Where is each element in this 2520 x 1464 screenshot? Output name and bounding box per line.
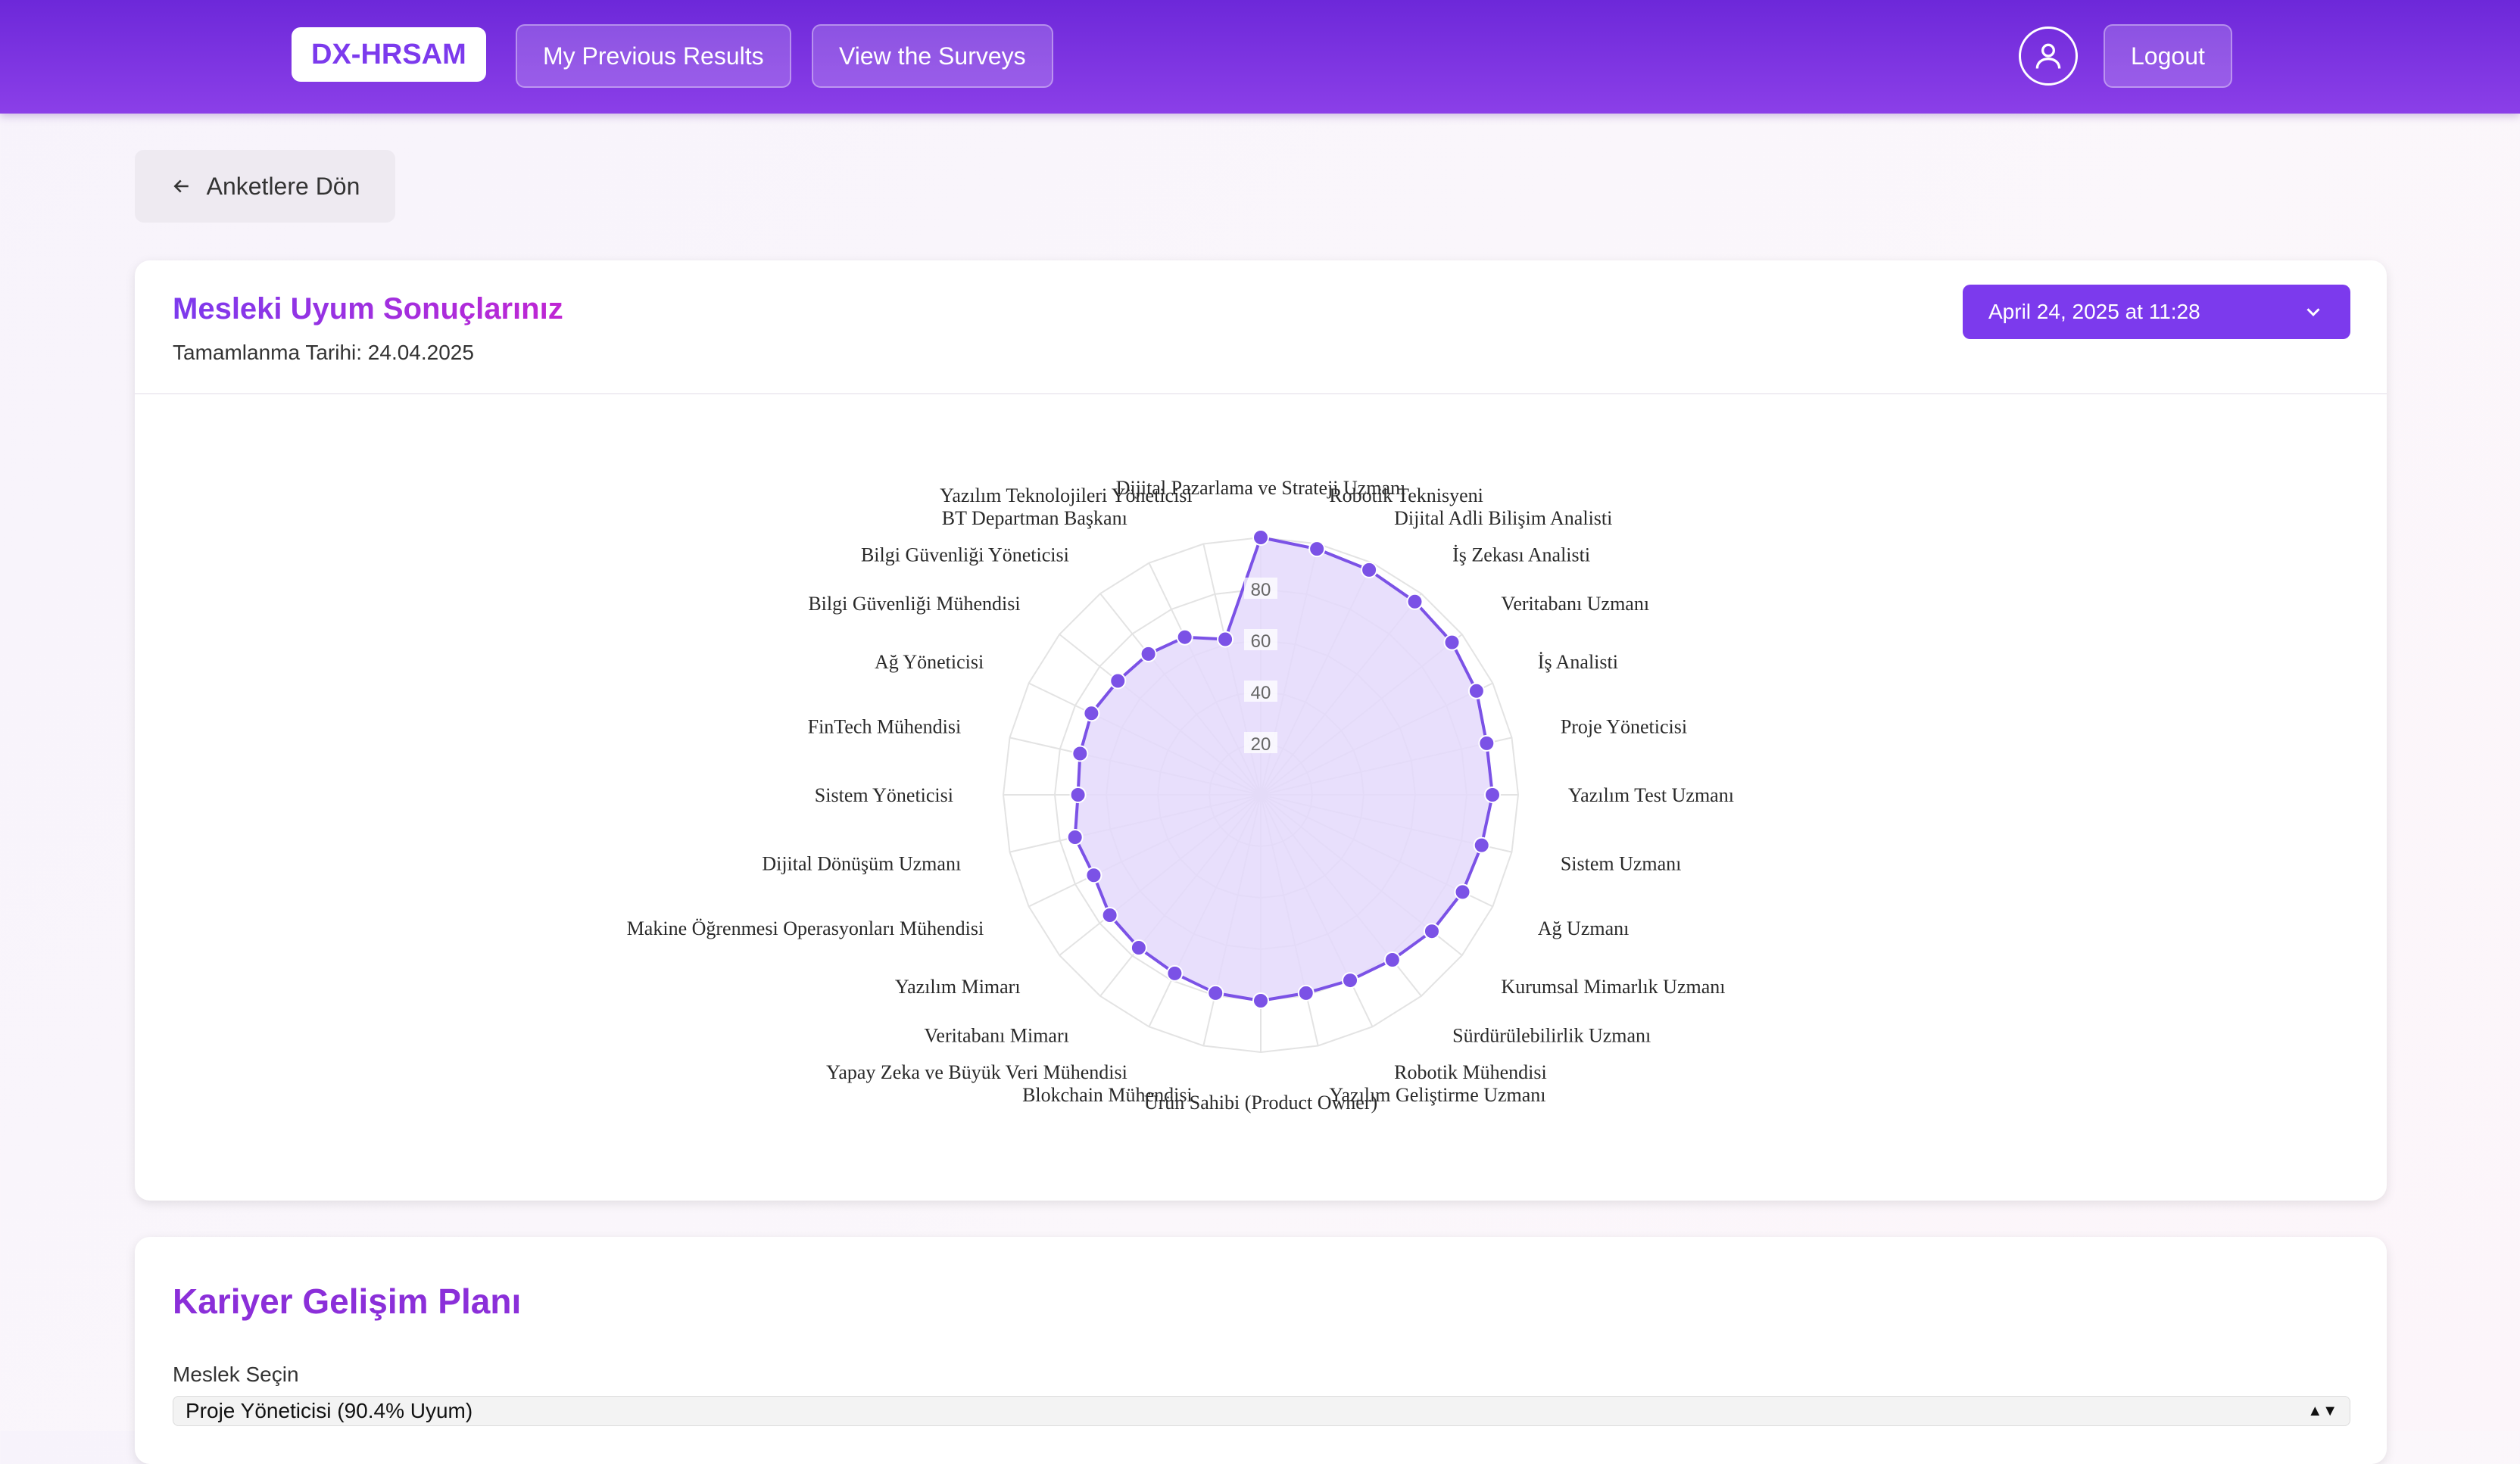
radar-data-point (1406, 593, 1424, 610)
radar-category-label: Sürdürülebilirlik Uzmanı (1452, 1024, 1651, 1046)
brand-logo[interactable]: DX-HRSAM (292, 27, 486, 82)
radar-category-label: Yazılım Mimarı (895, 976, 1021, 998)
radar-category-label: Veritabanı Mimarı (925, 1024, 1069, 1046)
radar-data-point (1361, 561, 1378, 578)
radar-data-point (1083, 705, 1100, 722)
radar-data-point (1207, 984, 1224, 1001)
radar-data-point (1308, 540, 1326, 558)
radar-tick-label: 20 (1251, 734, 1271, 755)
radar-category-label: Sistem Yöneticisi (815, 784, 953, 806)
radar-data-point (1478, 734, 1495, 752)
radar-data-point (1109, 672, 1127, 690)
arrow-left-icon (173, 179, 189, 193)
career-title: Kariyer Gelişim Planı (173, 1282, 522, 1321)
results-card: Mesleki Uyum Sonuçlarınız Tamamlanma Tar… (135, 260, 2387, 1201)
radar-category-label: Proje Yöneticisi (1561, 716, 1687, 738)
radar-category-label: Makine Öğrenmesi Operasyonları Mühendisi (627, 917, 984, 939)
radar-data-point (1130, 939, 1147, 957)
radar-category-label: Robotik Teknisyeni (1329, 484, 1483, 506)
radar-category-label: Robotik Mühendisi (1394, 1061, 1547, 1083)
radar-data-point (1252, 529, 1269, 546)
radar-data-point (1454, 883, 1471, 901)
radar-category-label: İş Zekası Analisti (1452, 544, 1590, 566)
radar-data-point (1297, 984, 1315, 1001)
user-profile-icon[interactable] (2019, 26, 2078, 86)
radar-data-point (1342, 972, 1359, 989)
radar-data-point (1467, 682, 1485, 699)
radar-tick-label: 60 (1251, 631, 1271, 652)
top-navigation-bar: DX-HRSAM My Previous Results View the Su… (0, 0, 2520, 114)
radar-category-label: Bilgi Güvenliği Mühendisi (808, 593, 1020, 615)
radar-data-point (1176, 628, 1193, 646)
radar-data-point (1383, 951, 1401, 968)
radar-category-label: Dijital Dönüşüm Uzmanı (762, 852, 961, 874)
radar-category-label: Dijital Adli Bilişim Analisti (1394, 507, 1612, 529)
radar-category-label: Yazılım Test Uzmanı (1568, 784, 1734, 806)
profession-select-label: Meslek Seçin (173, 1363, 299, 1386)
radar-category-label: İş Analisti (1538, 651, 1618, 673)
radar-category-label: Yazılım Teknolojileri Yöneticisi (940, 484, 1193, 506)
back-label: Anketlere Dön (206, 172, 360, 200)
previous-results-button[interactable]: My Previous Results (516, 24, 791, 88)
radar-data-point (1069, 787, 1087, 803)
radar-data-point (1484, 787, 1501, 803)
back-to-surveys-button[interactable]: Anketlere Dön (135, 150, 395, 223)
radar-chart: 20406080Dijital Pazarlama ve Strateji Uz… (627, 477, 1734, 1114)
radar-data-point (1473, 836, 1490, 854)
radar-data-point (1252, 992, 1269, 1009)
radar-data-point (1101, 906, 1118, 924)
radar-tick-label: 40 (1251, 683, 1271, 703)
radar-category-label: Ağ Uzmanı (1538, 917, 1630, 939)
radar-data-point (1217, 631, 1234, 648)
radar-category-label: Sistem Uzmanı (1561, 852, 1682, 874)
radar-tick-label: 80 (1251, 580, 1271, 600)
radar-data-point (1166, 964, 1184, 982)
radar-data-point (1066, 828, 1084, 846)
radar-category-label: Ağ Yöneticisi (875, 651, 984, 673)
radar-category-label: Veritabanı Uzmanı (1501, 593, 1649, 615)
radar-category-label: BT Departman Başkanı (942, 507, 1127, 529)
radar-category-label: Kurumsal Mimarlık Uzmanı (1501, 976, 1725, 998)
radar-category-label: Yapay Zeka ve Büyük Veri Mühendisi (826, 1061, 1127, 1083)
selected-profession: Proje Yöneticisi (90.4% Uyum) (186, 1399, 473, 1422)
radar-data-point (1140, 645, 1157, 662)
logout-button[interactable]: Logout (2104, 24, 2232, 88)
radar-category-label: FinTech Mühendisi (808, 716, 962, 738)
view-surveys-button[interactable]: View the Surveys (812, 24, 1053, 88)
radar-data-point (1423, 923, 1440, 940)
radar-data-point (1071, 745, 1089, 762)
radar-data-point (1443, 634, 1461, 651)
career-plan-card: Kariyer Gelişim Planı Meslek Seçin Proje… (135, 1237, 2387, 1464)
radar-category-label: Bilgi Güvenliği Yöneticisi (861, 544, 1069, 566)
radar-data-point (1085, 867, 1102, 884)
radar-category-label: Blokchain Mühendisi (1022, 1084, 1193, 1106)
profession-select[interactable]: Proje Yöneticisi (90.4% Uyum) ▲▼ (173, 1396, 2350, 1426)
select-arrows-icon: ▲▼ (2307, 1402, 2338, 1419)
